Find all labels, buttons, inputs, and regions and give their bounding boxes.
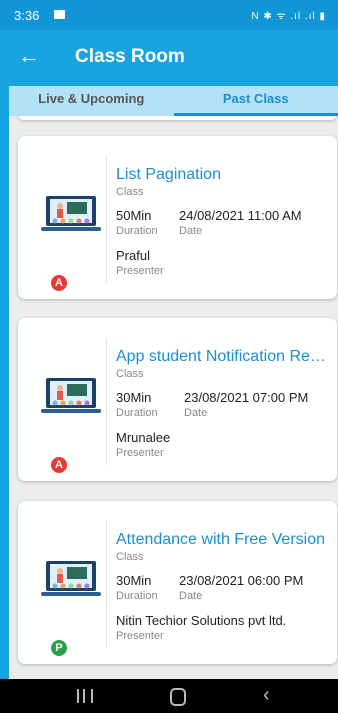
app-bar: ← Class Room	[0, 30, 338, 86]
page-title: Class Room	[75, 46, 185, 67]
class-card[interactable]: A App student Notification Reminder Clas…	[18, 318, 337, 481]
presenter-name: Mrunalee	[116, 430, 171, 445]
class-title: App student Notification Reminder	[116, 348, 330, 365]
date-label: Date	[179, 225, 203, 237]
tab-label: Live & Upcoming	[38, 91, 145, 106]
tab-past-class[interactable]: Past Class	[173, 86, 338, 116]
date-label: Date	[184, 407, 208, 419]
presenter-label: Presenter	[116, 265, 164, 277]
back-arrow-icon[interactable]: ←	[18, 44, 40, 68]
online-class-icon	[41, 561, 101, 596]
class-list[interactable]: A List Pagination Class 50Min Duration 2…	[9, 116, 338, 679]
system-back-icon[interactable]: ‹	[263, 684, 270, 706]
status-icons: N ✱ ᯤ .ıl .ıl ▮	[251, 11, 326, 22]
gallery-notification-icon	[54, 10, 65, 19]
date-value: 24/08/2021 11:00 AM	[179, 208, 302, 223]
class-card[interactable]: A List Pagination Class 50Min Duration 2…	[18, 136, 337, 299]
class-type-label: Class	[116, 368, 144, 380]
attendance-badge: A	[51, 275, 67, 291]
status-bar: 3:36 N ✱ ᯤ .ıl .ıl ▮	[0, 0, 338, 30]
duration-value: 30Min	[116, 573, 152, 588]
presenter-label: Presenter	[116, 630, 164, 642]
online-class-icon	[41, 196, 101, 231]
partial-card	[18, 116, 337, 120]
home-icon[interactable]	[170, 688, 186, 706]
divider	[106, 338, 107, 465]
class-type-label: Class	[116, 551, 144, 563]
recent-apps-icon[interactable]	[77, 689, 93, 703]
tab-live-upcoming[interactable]: Live & Upcoming	[9, 86, 174, 116]
class-type-label: Class	[116, 186, 144, 198]
duration-value: 30Min	[116, 390, 152, 405]
duration-label: Duration	[116, 225, 158, 237]
online-class-icon	[41, 378, 101, 413]
presenter-name: Nitin Techior Solutions pvt ltd.	[116, 613, 287, 628]
presenter-name: Praful	[116, 248, 150, 263]
status-time: 3:36	[14, 8, 40, 23]
divider	[106, 156, 107, 283]
presenter-label: Presenter	[116, 447, 164, 459]
class-title: List Pagination	[116, 166, 221, 183]
system-nav-bar: ‹	[0, 679, 338, 713]
duration-value: 50Min	[116, 208, 152, 223]
divider	[106, 521, 107, 648]
attendance-badge: P	[51, 640, 67, 656]
duration-label: Duration	[116, 590, 158, 602]
attendance-badge: A	[51, 457, 67, 473]
date-value: 23/08/2021 06:00 PM	[179, 573, 304, 588]
tab-bar: Live & Upcoming Past Class	[9, 86, 338, 116]
class-card[interactable]: P Attendance with Free Version Class 30M…	[18, 501, 337, 664]
date-label: Date	[179, 590, 203, 602]
tab-label: Past Class	[222, 91, 289, 106]
date-value: 23/08/2021 07:00 PM	[184, 390, 309, 405]
duration-label: Duration	[116, 407, 158, 419]
class-title: Attendance with Free Version	[116, 531, 326, 548]
